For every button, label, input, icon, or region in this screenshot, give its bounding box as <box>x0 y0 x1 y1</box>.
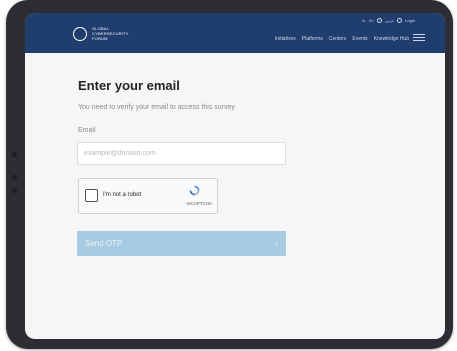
logo-mark-icon <box>73 26 87 41</box>
page-subtitle: You need to verify your email to access … <box>78 104 235 111</box>
tablet-screen: GLOBAL CYBERSECURITY FORUM A- A+ عربي Lo… <box>25 13 445 339</box>
font-increase-button[interactable]: A+ <box>369 18 374 23</box>
recaptcha-label: I'm not a robot <box>103 192 142 198</box>
menu-icon[interactable] <box>413 34 425 42</box>
tablet-frame: GLOBAL CYBERSECURITY FORUM A- A+ عربي Lo… <box>6 0 453 349</box>
site-logo[interactable]: GLOBAL CYBERSECURITY FORUM <box>73 26 132 41</box>
nav-item-knowledge-hub[interactable]: Knowledge Hub <box>374 36 409 42</box>
send-otp-label: Send OTP <box>85 239 123 248</box>
recaptcha-logo-icon <box>189 185 200 196</box>
utility-bar: A- A+ عربي Login <box>362 18 415 23</box>
contrast-icon[interactable] <box>377 18 383 23</box>
site-header: GLOBAL CYBERSECURITY FORUM A- A+ عربي Lo… <box>25 13 445 53</box>
login-link[interactable]: Login <box>405 18 415 23</box>
font-decrease-button[interactable]: A- <box>362 18 366 23</box>
email-label: Email <box>78 127 96 134</box>
send-otp-button[interactable]: Send OTP › <box>77 231 286 256</box>
nav-item-platforms[interactable]: Platforms <box>302 36 323 42</box>
main-nav: Initiatives Platforms Centers Events Kno… <box>275 36 409 42</box>
user-icon[interactable] <box>397 18 403 23</box>
tablet-side-button <box>12 188 17 193</box>
logo-text: GLOBAL CYBERSECURITY FORUM <box>92 26 129 41</box>
tablet-side-button <box>12 152 17 157</box>
recaptcha-checkbox[interactable] <box>85 189 98 202</box>
recaptcha-widget: I'm not a robot reCAPTCHA <box>78 178 218 214</box>
nav-item-centers[interactable]: Centers <box>329 36 347 42</box>
nav-item-events[interactable]: Events <box>352 36 367 42</box>
language-switch[interactable]: عربي <box>385 18 394 23</box>
chevron-right-icon: › <box>275 238 278 249</box>
recaptcha-brand: reCAPTCHA <box>186 201 212 206</box>
page-title: Enter your email <box>78 78 180 93</box>
email-field[interactable] <box>77 142 286 165</box>
tablet-side-button <box>12 175 17 180</box>
nav-item-initiatives[interactable]: Initiatives <box>275 36 296 42</box>
